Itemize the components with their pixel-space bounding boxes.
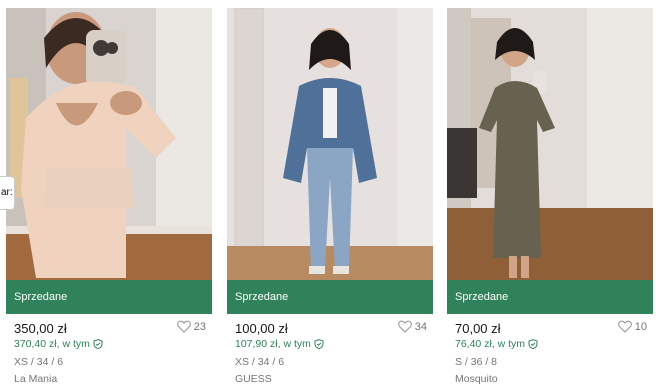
- price-with-protection-text: 370,40 zł, w tym: [14, 338, 90, 350]
- shield-icon: [314, 339, 324, 349]
- tooltip-fragment: ar:: [0, 176, 15, 210]
- sold-banner: Sprzedane: [6, 280, 212, 314]
- item-info: 350,00 zł 370,40 zł, w tym XS / 34 / 6 L…: [6, 314, 212, 386]
- favorite-button[interactable]: 34: [397, 320, 427, 333]
- price-with-protection-text: 107,90 zł, w tym: [235, 338, 311, 350]
- item-info: 70,00 zł 76,40 zł, w tym S / 36 / 8 Mosq…: [447, 314, 653, 386]
- price-with-protection[interactable]: 370,40 zł, w tym: [14, 337, 212, 351]
- sold-banner: Sprzedane: [447, 280, 653, 314]
- item-size-details: S / 36 / 8: [455, 356, 498, 368]
- price-with-protection[interactable]: 76,40 zł, w tym: [455, 337, 653, 351]
- item-info: 100,00 zł 107,90 zł, w tym XS / 34 / 6 G…: [227, 314, 433, 386]
- tooltip-text: ar:: [1, 187, 13, 198]
- catalog-grid: ar: Sprzedane 350,00 zł 370,40 zł, w tym…: [0, 0, 664, 390]
- favorite-button[interactable]: 23: [176, 320, 206, 333]
- item-photo[interactable]: [227, 8, 433, 280]
- item-brand: Mosquito: [455, 373, 498, 385]
- heart-icon: [397, 320, 412, 333]
- heart-icon: [617, 320, 632, 333]
- item-card[interactable]: Sprzedane 100,00 zł 107,90 zł, w tym XS …: [227, 8, 433, 386]
- item-brand: GUESS: [235, 373, 272, 385]
- item-photo[interactable]: [6, 8, 212, 280]
- shield-icon: [93, 339, 103, 349]
- favorite-count: 10: [634, 320, 647, 333]
- favorite-count: 34: [414, 320, 427, 333]
- sold-banner: Sprzedane: [227, 280, 433, 314]
- heart-icon: [176, 320, 191, 333]
- shield-icon: [528, 339, 538, 349]
- favorite-button[interactable]: 10: [617, 320, 647, 333]
- favorite-count: 23: [193, 320, 206, 333]
- item-card[interactable]: Sprzedane 70,00 zł 76,40 zł, w tym S / 3…: [447, 8, 653, 386]
- item-photo[interactable]: [447, 8, 653, 280]
- price-with-protection[interactable]: 107,90 zł, w tym: [235, 337, 433, 351]
- item-card[interactable]: Sprzedane 350,00 zł 370,40 zł, w tym XS …: [6, 8, 212, 386]
- price-with-protection-text: 76,40 zł, w tym: [455, 338, 526, 350]
- item-size-details: XS / 34 / 6: [14, 356, 64, 368]
- item-size-details: XS / 34 / 6: [235, 356, 285, 368]
- item-brand: La Mania: [14, 373, 58, 385]
